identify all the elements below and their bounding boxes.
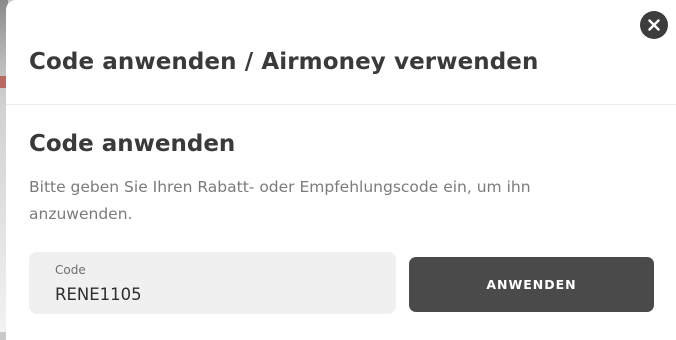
section-title: Code anwenden <box>29 131 236 157</box>
code-field-label: Code <box>55 263 86 277</box>
section-description: Bitte geben Sie Ihren Rabatt- oder Empfe… <box>29 178 531 223</box>
modal-title: Code anwenden / Airmoney verwenden <box>29 49 539 75</box>
code-modal: Code anwenden / Airmoney verwenden Code … <box>6 0 676 340</box>
header-divider <box>6 104 676 105</box>
apply-button[interactable]: ANWENDEN <box>409 257 654 312</box>
close-icon <box>648 19 660 31</box>
code-input[interactable] <box>55 285 355 304</box>
close-button[interactable] <box>640 11 668 39</box>
code-field[interactable]: Code <box>29 252 396 314</box>
